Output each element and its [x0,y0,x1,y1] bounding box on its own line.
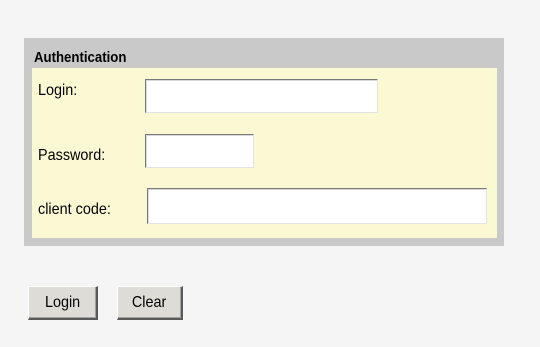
client-code-input[interactable] [147,188,487,224]
password-input[interactable] [145,134,254,168]
authentication-fieldset: Authentication Login: Password: client c… [24,38,504,246]
authentication-panel: Login: Password: client code: [32,68,497,238]
fieldset-legend: Authentication [34,49,127,66]
password-label: Password: [38,147,106,164]
login-input[interactable] [145,79,378,113]
login-button[interactable]: Login [28,286,98,320]
login-button-label: Login [44,293,81,311]
clear-button[interactable]: Clear [117,286,183,320]
client-code-label: client code: [38,201,111,218]
login-label: Login: [38,82,78,99]
clear-button-label: Clear [132,293,167,311]
